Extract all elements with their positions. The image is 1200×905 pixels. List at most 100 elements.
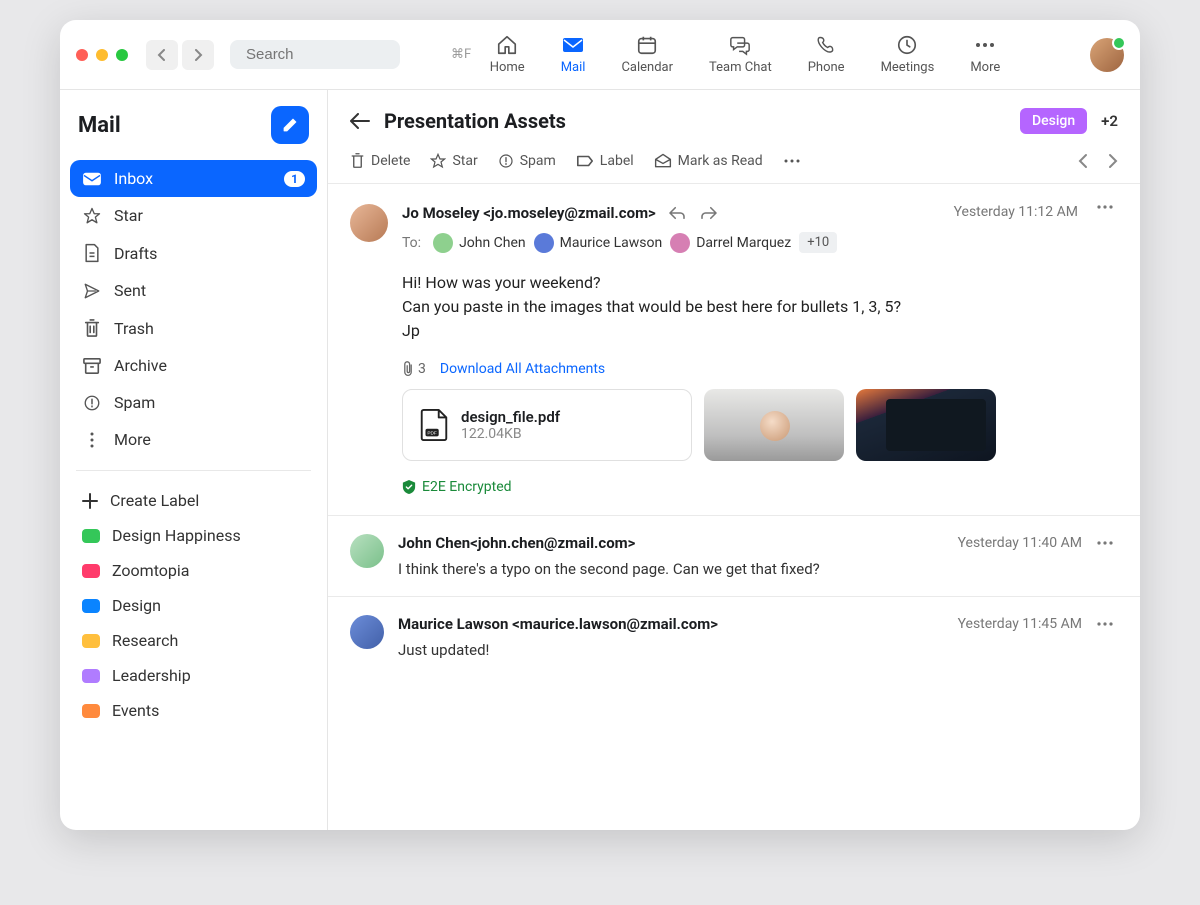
attachment-filesize: 122.04KB bbox=[461, 426, 560, 442]
create-label-button[interactable]: Create Label bbox=[70, 483, 317, 518]
forward-button[interactable] bbox=[700, 206, 718, 220]
sent-icon bbox=[82, 282, 102, 300]
folder-label: Inbox bbox=[114, 169, 153, 188]
pdf-file-icon: PDF bbox=[419, 408, 449, 442]
folder-star[interactable]: Star bbox=[70, 197, 317, 234]
label-design[interactable]: Design bbox=[70, 588, 317, 623]
label-events[interactable]: Events bbox=[70, 693, 317, 728]
forward-icon bbox=[700, 206, 718, 220]
label-research[interactable]: Research bbox=[70, 623, 317, 658]
mail-icon bbox=[562, 34, 584, 56]
action-more[interactable] bbox=[783, 158, 801, 164]
folder-sent[interactable]: Sent bbox=[70, 272, 317, 309]
thread-next-button[interactable] bbox=[1108, 153, 1118, 169]
action-label[interactable]: Label bbox=[576, 153, 634, 169]
label-icon bbox=[576, 154, 594, 168]
folder-drafts[interactable]: Drafts bbox=[70, 234, 317, 272]
recipient[interactable]: John Chen bbox=[433, 233, 526, 253]
label-text: Research bbox=[112, 631, 178, 650]
thread-tag[interactable]: Design bbox=[1020, 108, 1087, 134]
sidebar-title: Mail bbox=[78, 113, 121, 138]
folder-spam[interactable]: Spam bbox=[70, 384, 317, 421]
reply-button[interactable] bbox=[668, 206, 686, 220]
sender-avatar[interactable] bbox=[350, 204, 388, 242]
window-close[interactable] bbox=[76, 49, 88, 61]
folder-trash[interactable]: Trash bbox=[70, 309, 317, 347]
attachments: PDF design_file.pdf 122.04KB bbox=[402, 389, 1118, 461]
folder-label: Trash bbox=[114, 319, 154, 338]
reply-text: I think there's a typo on the second pag… bbox=[398, 560, 1118, 578]
reply[interactable]: Maurice Lawson <maurice.lawson@zmail.com… bbox=[328, 596, 1140, 677]
phone-icon bbox=[815, 34, 837, 56]
nav-meetings[interactable]: Meetings bbox=[881, 34, 935, 75]
thread-nav bbox=[1078, 153, 1118, 169]
action-label: Spam bbox=[520, 153, 556, 169]
folder-label: Archive bbox=[114, 356, 167, 375]
action-mark-read[interactable]: Mark as Read bbox=[654, 153, 763, 169]
folder-label: Spam bbox=[114, 393, 155, 412]
reply-menu-button[interactable] bbox=[1092, 540, 1118, 546]
folder-inbox[interactable]: Inbox 1 bbox=[70, 160, 317, 197]
chevron-left-icon bbox=[157, 49, 167, 61]
recipients-more[interactable]: +10 bbox=[799, 232, 837, 253]
reply-menu-button[interactable] bbox=[1092, 621, 1118, 627]
label-leadership[interactable]: Leadership bbox=[70, 658, 317, 693]
user-avatar[interactable] bbox=[1090, 38, 1124, 72]
window-minimize[interactable] bbox=[96, 49, 108, 61]
nav-home-label: Home bbox=[490, 60, 525, 75]
folder-label: More bbox=[114, 430, 151, 449]
inbox-badge: 1 bbox=[284, 171, 305, 187]
thread-title: Presentation Assets bbox=[384, 109, 1006, 133]
nav-more-label: More bbox=[970, 60, 1000, 75]
compose-button[interactable] bbox=[271, 106, 309, 144]
download-all-link[interactable]: Download All Attachments bbox=[440, 361, 605, 377]
encryption-badge: E2E Encrypted bbox=[402, 479, 1118, 495]
thread-tag-more[interactable]: +2 bbox=[1101, 112, 1118, 130]
nav-phone-label: Phone bbox=[808, 60, 845, 75]
folder-more[interactable]: More bbox=[70, 421, 317, 458]
reply-text: Just updated! bbox=[398, 641, 1118, 659]
more-horizontal-icon bbox=[1096, 204, 1114, 210]
attachment-image-1[interactable] bbox=[704, 389, 844, 461]
create-label-text: Create Label bbox=[110, 491, 199, 510]
folder-list: Inbox 1 Star Drafts Sent Trash bbox=[70, 160, 317, 458]
nav-team-chat[interactable]: Team Chat bbox=[709, 34, 772, 75]
recipient-name: John Chen bbox=[459, 235, 526, 251]
action-delete[interactable]: Delete bbox=[350, 152, 410, 169]
message-menu-button[interactable] bbox=[1092, 204, 1118, 210]
more-horizontal-icon bbox=[974, 34, 996, 56]
recipient[interactable]: Maurice Lawson bbox=[534, 233, 663, 253]
action-label: Delete bbox=[371, 153, 410, 169]
nav-forward-button[interactable] bbox=[182, 40, 214, 70]
folder-label: Sent bbox=[114, 281, 146, 300]
label-zoomtopia[interactable]: Zoomtopia bbox=[70, 553, 317, 588]
label-text: Leadership bbox=[112, 666, 191, 685]
spam-icon bbox=[498, 153, 514, 169]
nav-mail[interactable]: Mail bbox=[561, 34, 586, 75]
attachment-image-2[interactable] bbox=[856, 389, 996, 461]
window-maximize[interactable] bbox=[116, 49, 128, 61]
sidebar-divider bbox=[76, 470, 311, 471]
nav-home[interactable]: Home bbox=[490, 34, 525, 75]
label-text: Design Happiness bbox=[112, 526, 241, 545]
thread-back-button[interactable] bbox=[350, 113, 370, 129]
thread-prev-button[interactable] bbox=[1078, 153, 1088, 169]
recipient[interactable]: Darrel Marquez bbox=[670, 233, 791, 253]
action-spam[interactable]: Spam bbox=[498, 153, 556, 169]
folder-archive[interactable]: Archive bbox=[70, 347, 317, 384]
label-color-icon bbox=[82, 529, 100, 543]
label-color-icon bbox=[82, 564, 100, 578]
reply-from: John Chen<john.chen@zmail.com> bbox=[398, 534, 948, 552]
action-star[interactable]: Star bbox=[430, 153, 477, 169]
search-box[interactable]: ⌘F bbox=[230, 40, 400, 69]
nav-more[interactable]: More bbox=[970, 34, 1000, 75]
chevron-left-icon bbox=[1078, 153, 1088, 169]
nav-phone[interactable]: Phone bbox=[808, 34, 845, 75]
attachment-file[interactable]: PDF design_file.pdf 122.04KB bbox=[402, 389, 692, 461]
attachment-count: 3 bbox=[402, 361, 426, 377]
main-pane: Presentation Assets Design +2 Delete Sta… bbox=[328, 90, 1140, 830]
reply[interactable]: John Chen<john.chen@zmail.com> Yesterday… bbox=[328, 515, 1140, 596]
nav-calendar[interactable]: Calendar bbox=[621, 34, 673, 75]
label-design-happiness[interactable]: Design Happiness bbox=[70, 518, 317, 553]
nav-back-button[interactable] bbox=[146, 40, 178, 70]
